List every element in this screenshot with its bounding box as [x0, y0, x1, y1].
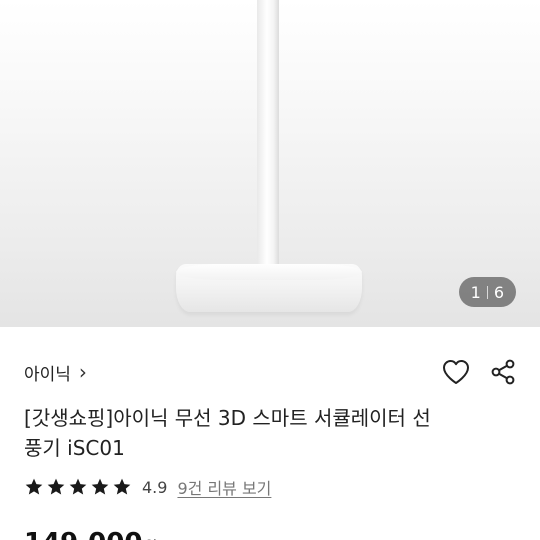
star-icon [91, 478, 109, 495]
brand-row: 아이닉 › [24, 356, 516, 388]
reviews-link[interactable]: 9건 리뷰 보기 [177, 475, 271, 499]
product-detail-page: 1 6 아이닉 › [갓생쇼핑]아이닉 무선 3D 스마트 서큘레이터 선풍기 … [0, 0, 540, 540]
product-image-gallery[interactable]: 1 6 [0, 0, 540, 327]
product-image-fan-base-top [176, 264, 362, 280]
star-icon [25, 478, 43, 495]
image-counter: 1 6 [458, 277, 516, 307]
star-rating [24, 477, 132, 497]
brand-name: 아이닉 [24, 364, 71, 385]
rating-score: 4.9 [142, 477, 168, 497]
brand-link[interactable]: 아이닉 › [24, 360, 87, 385]
product-actions [442, 359, 516, 385]
product-title: [갓생쇼핑]아이닉 무선 3D 스마트 서큘레이터 선풍기 iSC01 [24, 406, 431, 460]
star-icon [69, 478, 87, 495]
share-icon[interactable] [490, 359, 516, 385]
price-unit: 원 [144, 536, 157, 540]
price-value: 149,000 [24, 528, 142, 540]
product-image-fan-pole [257, 0, 279, 268]
star-icon [47, 478, 65, 495]
image-counter-separator [486, 285, 488, 299]
heart-icon[interactable] [442, 359, 470, 385]
star-icon [113, 478, 131, 495]
rating-row: 4.9 9건 리뷰 보기 [24, 474, 271, 500]
image-counter-total: 6 [493, 282, 504, 302]
price-row: 149,000 원 [24, 528, 157, 540]
image-counter-current: 1 [470, 282, 481, 302]
chevron-right-icon: › [78, 360, 87, 384]
